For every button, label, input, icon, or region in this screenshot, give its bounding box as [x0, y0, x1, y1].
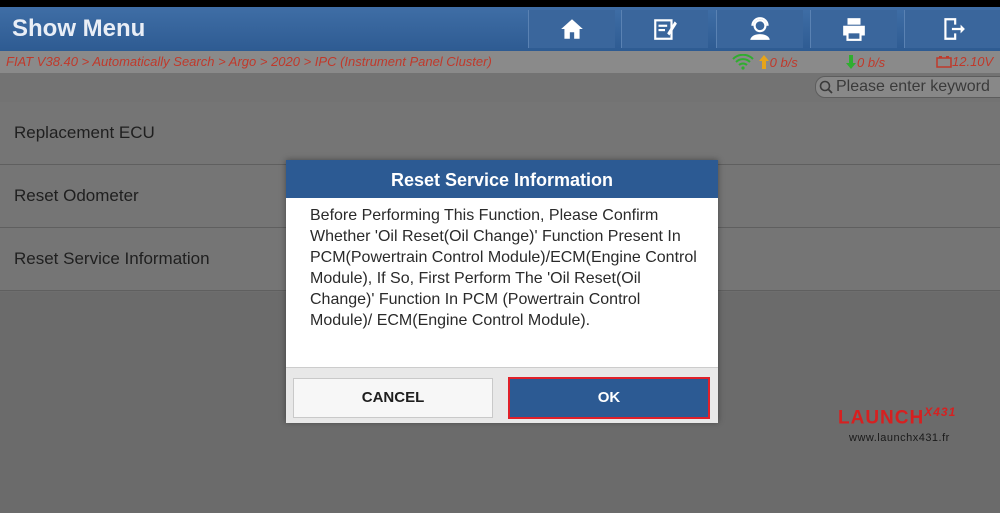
- breadcrumb: FIAT V38.40 > Automatically Search > Arg…: [6, 54, 492, 69]
- home-icon: [561, 19, 583, 39]
- edit-icon: [654, 19, 677, 40]
- menu-item-label: Reset Service Information: [14, 249, 210, 268]
- launch-logo: LAUNCHX431: [838, 405, 957, 429]
- ok-button[interactable]: OK: [508, 377, 710, 419]
- search-placeholder: Please enter keyword: [836, 78, 990, 95]
- dialog-title: Reset Service Information: [286, 160, 718, 198]
- page-title: Show Menu: [12, 15, 146, 42]
- exit-icon: [944, 18, 965, 40]
- reset-service-dialog: Reset Service Information Before Perform…: [286, 160, 718, 423]
- system-status-bar: [0, 0, 1000, 7]
- wifi-icon: [732, 53, 754, 70]
- app-header: Show Menu: [0, 7, 1000, 51]
- battery-voltage: 12.10V: [936, 54, 993, 69]
- download-arrow-icon: [846, 55, 856, 69]
- search-input[interactable]: Please enter keyword: [815, 76, 1000, 98]
- battery-icon: [936, 56, 952, 68]
- watermark-url: www.launchx431.fr: [849, 432, 950, 444]
- user-button[interactable]: [716, 10, 803, 48]
- breadcrumb-bar: FIAT V38.40 > Automatically Search > Arg…: [0, 51, 1000, 73]
- menu-item-label: Reset Odometer: [14, 186, 139, 205]
- cancel-button[interactable]: CANCEL: [293, 378, 493, 418]
- dialog-footer: CANCEL OK: [286, 367, 718, 423]
- upload-rate: 0 b/s: [732, 53, 798, 70]
- menu-item-label: Replacement ECU: [14, 123, 155, 142]
- user-icon: [750, 17, 770, 40]
- exit-button[interactable]: [904, 10, 1000, 48]
- menu-item-replacement-ecu[interactable]: Replacement ECU: [0, 102, 1000, 165]
- search-row: Please enter keyword: [0, 73, 1000, 102]
- home-button[interactable]: [528, 10, 615, 48]
- edit-button[interactable]: [621, 10, 708, 48]
- download-rate: 0 b/s: [845, 54, 885, 70]
- print-button[interactable]: [810, 10, 897, 48]
- search-icon: [819, 80, 833, 94]
- print-icon: [843, 18, 865, 41]
- upload-arrow-icon: [758, 55, 769, 69]
- dialog-message: Before Performing This Function, Please …: [310, 207, 697, 329]
